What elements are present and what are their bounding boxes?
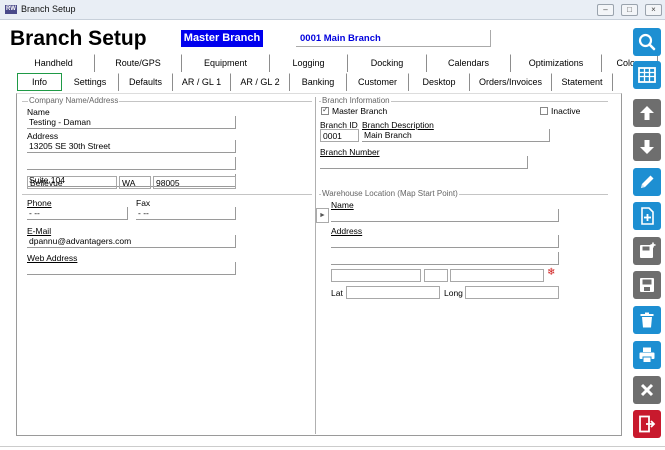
warehouse-address-line-2-field[interactable]: [331, 252, 559, 265]
warehouse-name-field[interactable]: [331, 209, 559, 222]
search-button[interactable]: [633, 28, 661, 56]
branch-selector[interactable]: 0001 Main Branch: [296, 30, 491, 47]
company-name-field[interactable]: Testing - Daman: [27, 116, 236, 129]
warehouse-zip-field[interactable]: [450, 269, 544, 282]
tab-calendars[interactable]: Calendars: [427, 54, 511, 72]
printer-icon: [639, 347, 655, 363]
delete-button[interactable]: [633, 306, 661, 334]
close-icon[interactable]: ×: [645, 4, 662, 16]
branch-description-field[interactable]: Main Branch: [362, 129, 550, 142]
next-button[interactable]: [633, 133, 661, 161]
tab-row-lower: Info Settings Defaults AR / GL 1 AR / GL…: [13, 73, 613, 91]
inactive-label: Inactive: [551, 106, 581, 116]
tab-customer[interactable]: Customer: [347, 73, 409, 91]
long-field[interactable]: [465, 286, 559, 299]
company-group-separator: [22, 194, 312, 195]
tab-logging[interactable]: Logging: [270, 54, 348, 72]
tab-handheld[interactable]: Handheld: [13, 54, 95, 72]
lat-label: Lat: [331, 288, 343, 298]
pencil-icon: [641, 175, 654, 188]
new-button[interactable]: [633, 202, 661, 230]
x-icon: [640, 383, 654, 397]
tab-equipment[interactable]: Equipment: [182, 54, 270, 72]
branch-group-title: Branch Information: [321, 96, 391, 105]
master-branch-checkbox[interactable]: [321, 105, 329, 115]
save-button[interactable]: [633, 271, 661, 299]
search-icon: [638, 33, 656, 51]
minimize-icon[interactable]: –: [597, 4, 614, 16]
save-as-new-button[interactable]: [633, 237, 661, 265]
tab-orders-invoices[interactable]: Orders/Invoices: [470, 73, 552, 91]
tab-statement[interactable]: Statement: [552, 73, 613, 91]
warehouse-city-field[interactable]: [331, 269, 421, 282]
company-group-title: Company Name/Address: [28, 96, 120, 105]
row-selector-arrow-icon[interactable]: ►: [316, 208, 329, 223]
master-branch-label: Master Branch: [332, 106, 388, 116]
fax-field[interactable]: - --: [136, 207, 236, 220]
tab-row-upper: Handheld Route/GPS Equipment Logging Doc…: [13, 54, 658, 72]
phone-field[interactable]: - --: [27, 207, 128, 220]
tab-settings[interactable]: Settings: [62, 73, 119, 91]
email-field[interactable]: dpannu@advantagers.com: [27, 235, 236, 248]
tab-docking[interactable]: Docking: [348, 54, 427, 72]
print-button[interactable]: [633, 341, 661, 369]
panel-divider: [315, 97, 316, 434]
long-label: Long: [444, 288, 463, 298]
page-title: Branch Setup: [10, 27, 147, 50]
branch-number-field[interactable]: [320, 156, 528, 169]
inactive-checkbox[interactable]: [540, 107, 548, 115]
maximize-icon[interactable]: □: [621, 4, 638, 16]
arrow-up-icon: [640, 106, 654, 120]
exit-icon: [639, 415, 656, 433]
branch-id-field[interactable]: 0001: [320, 129, 359, 142]
map-pin-icon[interactable]: ❄: [547, 268, 557, 278]
warehouse-group-title: Warehouse Location (Map Start Point): [321, 189, 459, 198]
window-title: Branch Setup: [21, 4, 76, 14]
tab-ar-gl-2[interactable]: AR / GL 2: [231, 73, 290, 91]
edit-button[interactable]: [633, 168, 661, 196]
master-branch-badge: Master Branch: [181, 30, 263, 47]
window-titlebar: RW Branch Setup – □ ×: [0, 0, 665, 20]
grid-icon: [638, 67, 656, 83]
previous-button[interactable]: [633, 99, 661, 127]
save-new-icon: [640, 242, 656, 258]
trash-icon: [640, 312, 654, 328]
tab-banking[interactable]: Banking: [290, 73, 347, 91]
tab-route-gps[interactable]: Route/GPS: [95, 54, 182, 72]
cancel-button[interactable]: [633, 376, 661, 404]
exit-button[interactable]: [633, 410, 661, 438]
web-address-field[interactable]: [27, 262, 236, 275]
address-line-1-field[interactable]: 13205 SE 30th Street: [27, 140, 236, 153]
tab-desktop[interactable]: Desktop: [409, 73, 470, 91]
arrow-down-icon: [640, 140, 654, 154]
warehouse-address-line-1-field[interactable]: [331, 235, 559, 248]
grid-view-button[interactable]: [633, 61, 661, 89]
address-line-2-field[interactable]: [27, 157, 236, 170]
new-document-icon: [641, 207, 654, 225]
state-field[interactable]: WA: [119, 176, 151, 189]
window-bottom-border: [0, 446, 665, 447]
zip-field[interactable]: 98005: [153, 176, 236, 189]
app-logo-icon: RW: [5, 5, 17, 14]
lat-field[interactable]: [346, 286, 440, 299]
warehouse-state-field[interactable]: [424, 269, 448, 282]
tab-info[interactable]: Info: [17, 73, 62, 91]
tab-defaults[interactable]: Defaults: [119, 73, 173, 91]
city-field[interactable]: Bellevue: [27, 176, 117, 189]
tab-ar-gl-1[interactable]: AR / GL 1: [173, 73, 231, 91]
save-icon: [640, 278, 654, 292]
tab-optimizations[interactable]: Optimizations: [511, 54, 602, 72]
